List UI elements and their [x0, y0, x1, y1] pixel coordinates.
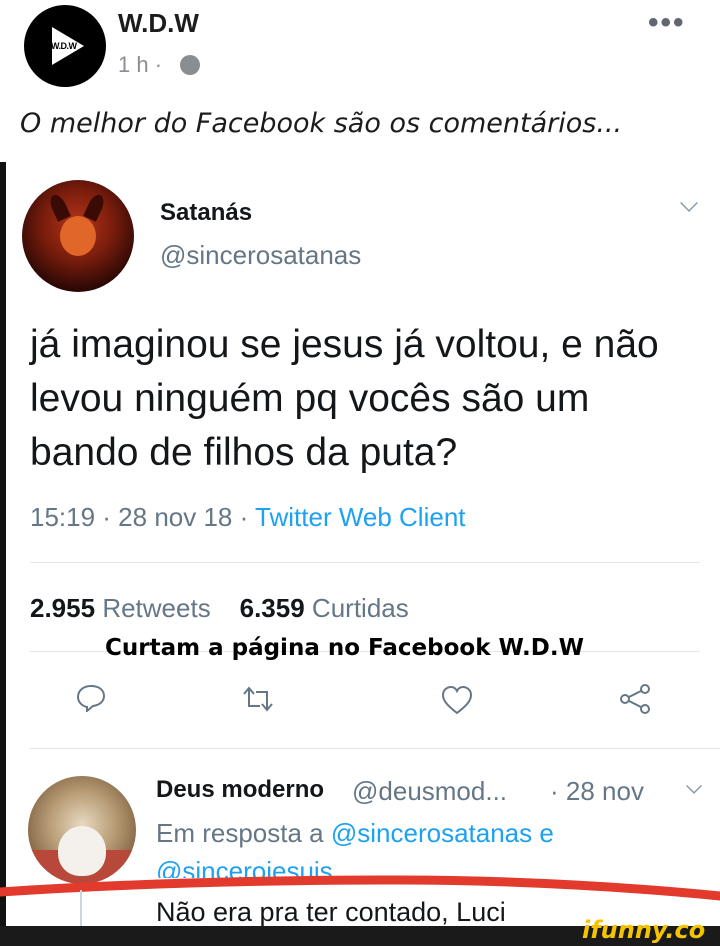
tweet-author-handle[interactable]: @sincerosatanas	[160, 240, 361, 271]
avatar-beard	[58, 826, 106, 876]
avatar-horn	[47, 192, 71, 222]
tweet-avatar[interactable]	[22, 180, 134, 292]
likes-label[interactable]: Curtidas	[312, 593, 409, 623]
retweets-label[interactable]: Retweets	[102, 593, 210, 623]
share-icon[interactable]	[618, 682, 652, 716]
post-caption: O melhor do Facebook são os comentários.…	[20, 108, 623, 139]
post-time[interactable]: 1 h ·	[118, 52, 162, 78]
avatar-horn	[83, 192, 107, 222]
image-border	[0, 162, 6, 946]
page-name[interactable]: W.D.W	[118, 8, 199, 39]
likes-count[interactable]: 6.359	[240, 593, 305, 623]
globe-icon	[180, 55, 200, 75]
reply-avatar[interactable]	[28, 776, 136, 884]
reply-author-handle[interactable]: @deusmod...	[352, 776, 507, 807]
reply-date[interactable]: · 28 nov	[550, 776, 644, 807]
tweet-client[interactable]: Twitter Web Client	[255, 502, 465, 532]
ifunny-logo: ifunny.co	[582, 916, 706, 944]
chevron-down-icon[interactable]	[686, 778, 702, 794]
more-options-button[interactable]: •••	[648, 6, 686, 40]
tweet-meta: 15:19 · 28 nov 18 · Twitter Web Client	[30, 502, 466, 533]
avatar-face	[60, 216, 96, 256]
tweet-text: já imaginou se jesus já voltou, e não le…	[30, 323, 659, 474]
divider	[30, 748, 720, 749]
chevron-down-icon[interactable]	[680, 194, 698, 212]
in-reply-to: Em resposta a @sincerosatanas e	[156, 818, 554, 849]
avatar-label: W.D.W	[51, 41, 77, 51]
like-icon[interactable]	[440, 684, 474, 716]
page-avatar[interactable]: W.D.W	[24, 5, 106, 87]
retweet-icon[interactable]	[240, 684, 276, 714]
tweet-timestamp[interactable]: 15:19 · 28 nov 18 ·	[30, 502, 248, 532]
mention-link[interactable]: @sincerosatanas e	[331, 818, 554, 848]
retweets-count[interactable]: 2.955	[30, 593, 95, 623]
watermark-text: Curtam a página no Facebook W.D.W	[105, 635, 584, 661]
in-reply-prefix: Em resposta a	[156, 818, 324, 848]
tweet-stats: 2.955 Retweets 6.359 Curtidas	[30, 593, 409, 624]
divider	[30, 562, 700, 563]
reply-text: Não era pra ter contado, Luci	[156, 897, 506, 927]
reply-icon[interactable]	[75, 684, 107, 712]
reply-author-name[interactable]: Deus moderno	[156, 776, 324, 804]
tweet-author-name[interactable]: Satanás	[160, 199, 252, 227]
